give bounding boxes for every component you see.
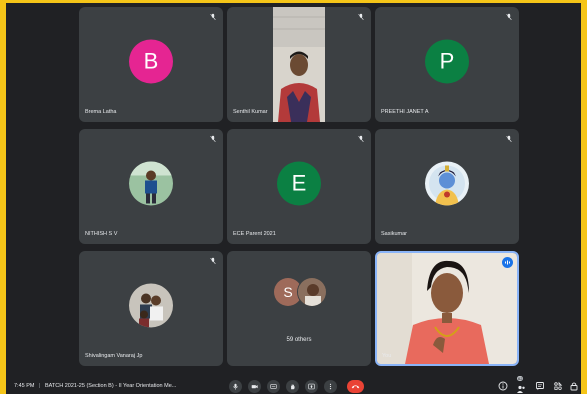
chat-icon[interactable] [535, 381, 545, 391]
avatar: P [425, 38, 469, 83]
avatar: B [129, 38, 173, 83]
group-photo [129, 282, 173, 327]
bottom-toolbar: 7:45 PM | BATCH 2021-25 (Section B) - II… [6, 376, 581, 394]
meeting-details: 7:45 PM | BATCH 2021-25 (Section B) - II… [14, 383, 176, 389]
present-icon [308, 383, 315, 390]
captions-button[interactable] [267, 380, 280, 393]
avatar [297, 277, 327, 307]
participant-tile[interactable]: NITHISH S V [79, 129, 223, 244]
info-icon[interactable] [498, 381, 508, 391]
meet-window: B Brema Latha Senthil Kumar P PREETHI JA… [6, 3, 581, 394]
participant-name: ECE Parent 2021 [233, 231, 276, 237]
end-call-icon [351, 385, 360, 389]
activities-icon[interactable] [553, 381, 563, 391]
captions-icon [270, 384, 277, 389]
present-button[interactable] [305, 380, 318, 393]
participant-tile[interactable]: E ECE Parent 2021 [227, 129, 371, 244]
mic-button[interactable] [229, 380, 242, 393]
end-call-button[interactable] [347, 380, 364, 393]
raise-hand-icon [291, 384, 295, 390]
people-button[interactable]: 62 [516, 376, 526, 393]
participant-name: You [382, 353, 392, 359]
participant-tile[interactable]: Senthil Kumar [227, 7, 371, 122]
mic-muted-icon [358, 135, 364, 143]
others-count-label: 59 others [286, 337, 312, 343]
mic-muted-icon [358, 13, 364, 21]
mic-muted-icon [506, 135, 512, 143]
avatar: E [277, 160, 321, 205]
person-photo [377, 253, 517, 364]
others-tile[interactable]: S 59 others [227, 251, 371, 366]
camera-button[interactable] [248, 380, 261, 393]
more-options-icon [329, 383, 332, 390]
avatar [129, 282, 173, 327]
participant-tile[interactable]: P PREETHI JANET A [375, 7, 519, 122]
lock-icon[interactable] [569, 381, 579, 391]
participant-name: NITHISH S V [85, 231, 118, 237]
mic-muted-icon [506, 13, 512, 21]
self-video-tile[interactable]: You [375, 251, 519, 366]
participant-name: Shivalingam Vanaraj Jp [85, 353, 143, 359]
participant-name: Senthil Kumar [233, 109, 268, 115]
person-photo [273, 7, 325, 122]
mic-icon [233, 383, 238, 390]
camera-icon [251, 385, 258, 389]
more-options-button[interactable] [324, 380, 337, 393]
participant-video [273, 7, 325, 122]
current-time: 7:45 PM [14, 383, 35, 389]
krishna-image [425, 160, 469, 205]
person-photo [298, 278, 326, 306]
participant-name: Sasikumar [381, 231, 407, 237]
participant-tile[interactable]: B Brema Latha [79, 7, 223, 122]
self-video [377, 253, 517, 364]
avatar [425, 160, 469, 205]
person-photo [129, 160, 173, 205]
raise-hand-button[interactable] [286, 380, 299, 393]
mic-muted-icon [210, 257, 216, 265]
separator: | [39, 383, 41, 389]
meeting-title: BATCH 2021-25 (Section B) - II Year Orie… [44, 383, 177, 389]
mic-muted-icon [210, 135, 216, 143]
participant-name: PREETHI JANET A [381, 109, 429, 115]
people-icon [517, 385, 525, 393]
participant-tile[interactable]: Shivalingam Vanaraj Jp [79, 251, 223, 366]
avatar [129, 160, 173, 205]
people-count-badge: 62 [517, 376, 524, 381]
participant-name: Brema Latha [85, 109, 117, 115]
speaking-indicator-icon [502, 257, 513, 268]
participant-tile[interactable]: Sasikumar [375, 129, 519, 244]
mic-muted-icon [210, 13, 216, 21]
